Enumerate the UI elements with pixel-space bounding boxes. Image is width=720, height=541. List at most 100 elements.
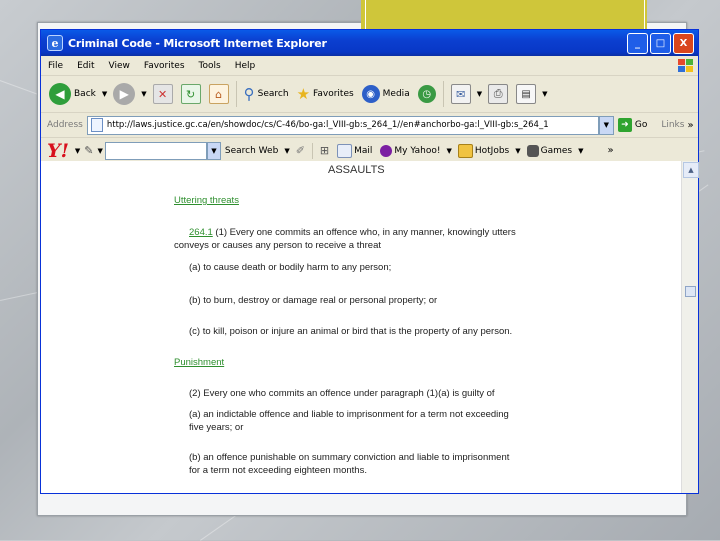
highlight-icon[interactable]: ✐ (296, 144, 305, 157)
item2a-line1: (a) an indictable offence and liable to … (189, 409, 509, 420)
hotjobs-label: HotJobs (474, 145, 510, 156)
mail-dropdown-icon[interactable]: ▼ (475, 90, 484, 98)
stop-button[interactable]: ✕ (149, 84, 177, 104)
search-icon: ⚲ (243, 85, 255, 103)
home-icon: ⌂ (208, 84, 229, 104)
address-bar: Address http://laws.justice.gc.ca/en/sho… (41, 113, 698, 138)
menu-view[interactable]: View (102, 61, 137, 71)
back-button[interactable]: ◀ Back (45, 83, 100, 105)
page-heading: ASSAULTS (328, 164, 385, 176)
title-bar[interactable]: e Criminal Code - Microsoft Internet Exp… (41, 30, 698, 56)
pencil-icon[interactable]: ✎ (84, 144, 93, 157)
yahoo-search-dropdown-icon[interactable]: ▼ (206, 141, 221, 160)
links-chevron-icon[interactable]: » (687, 120, 693, 131)
favorites-label: Favorites (313, 89, 354, 99)
star-icon: ★ (296, 85, 311, 103)
go-label: Go (634, 120, 648, 130)
forward-dropdown-icon[interactable]: ▼ (139, 90, 148, 98)
my-yahoo-label: My Yahoo! (394, 145, 441, 156)
address-label: Address (47, 120, 83, 130)
history-button[interactable]: ◷ (414, 85, 440, 103)
bookmark-icon[interactable]: ⊞ (320, 144, 329, 157)
refresh-icon: ↻ (180, 84, 201, 104)
printer-icon: ⎙ (488, 84, 509, 104)
hotjobs-dropdown-icon[interactable]: ▼ (513, 147, 522, 155)
edit-button[interactable]: ▤ (512, 84, 540, 104)
punishment-link[interactable]: Punishment (174, 357, 224, 368)
page-icon (90, 118, 103, 132)
home-button[interactable]: ⌂ (205, 84, 233, 104)
links-label[interactable]: Links (661, 120, 684, 130)
standard-toolbar: ◀ Back ▼ ▶ ▼ ✕ ↻ ⌂ ⚲ Search ★ Favorites … (41, 76, 698, 113)
ie-logo-icon: e (47, 35, 63, 51)
games-dropdown-icon[interactable]: ▼ (576, 147, 585, 155)
yahoo-dropdown-icon[interactable]: ▼ (73, 147, 82, 155)
mail-link[interactable]: Mail (333, 143, 376, 158)
browser-window: e Criminal Code - Microsoft Internet Exp… (40, 29, 699, 494)
uttering-threats-link[interactable]: Uttering threats (174, 195, 239, 206)
print-button[interactable]: ⎙ (484, 84, 512, 104)
menu-help[interactable]: Help (228, 61, 263, 71)
favorites-button[interactable]: ★ Favorites (293, 85, 358, 103)
scroll-thumb[interactable] (685, 286, 696, 297)
address-input[interactable]: http://laws.justice.gc.ca/en/showdoc/cs/… (86, 115, 599, 135)
address-url: http://laws.justice.gc.ca/en/showdoc/cs/… (106, 120, 549, 130)
para2: (2) Every one who commits an offence und… (189, 388, 495, 399)
media-button[interactable]: ◉ Media (358, 85, 414, 103)
my-yahoo-dropdown-icon[interactable]: ▼ (444, 147, 453, 155)
address-dropdown-icon[interactable]: ▼ (598, 115, 614, 135)
close-button[interactable]: X (673, 32, 694, 54)
toolbar-separator (311, 142, 313, 159)
vertical-scrollbar[interactable]: ▲ (681, 161, 699, 493)
item2a-line2: five years; or (189, 422, 244, 433)
hotjobs-icon (457, 143, 473, 158)
joystick-icon (526, 144, 539, 157)
yahoo-chevron-icon[interactable]: » (608, 145, 614, 156)
search-web-button[interactable]: Search Web (221, 146, 282, 156)
hotjobs-link[interactable]: HotJobs (454, 143, 513, 158)
section-paragraph-1: 264.1 (1) Every one commits an offence w… (189, 227, 516, 238)
toolbar-separator (235, 81, 237, 107)
search-button[interactable]: ⚲ Search (240, 85, 293, 103)
mail-icon (337, 143, 353, 158)
item2b-line1: (b) an offence punishable on summary con… (189, 452, 510, 463)
section-number-link[interactable]: 264.1 (189, 227, 213, 238)
media-label: Media (382, 89, 410, 99)
my-yahoo-link[interactable]: My Yahoo! (376, 144, 444, 157)
forward-arrow-icon: ▶ (113, 83, 136, 105)
menu-bar: File Edit View Favorites Tools Help (41, 56, 698, 76)
para1-line2: conveys or causes any person to receive … (174, 240, 382, 251)
envelope-icon: ✉ (450, 84, 471, 104)
windows-flag-icon (678, 59, 693, 72)
menu-file[interactable]: File (41, 61, 70, 71)
stop-icon: ✕ (152, 84, 173, 104)
forward-button[interactable]: ▶ (109, 83, 139, 105)
maximize-button[interactable]: □ (650, 32, 671, 54)
go-button[interactable]: ➜ Go (617, 118, 648, 132)
pencil-dropdown-icon[interactable]: ▼ (96, 147, 105, 155)
yahoo-search-input[interactable] (104, 141, 207, 160)
scroll-up-icon[interactable]: ▲ (683, 162, 699, 178)
menu-edit[interactable]: Edit (70, 61, 101, 71)
page-content: ASSAULTS Uttering threats 264.1 (1) Ever… (41, 161, 682, 493)
item2b-line2: for a term not exceeding eighteen months… (189, 465, 367, 476)
toolbar-separator (442, 81, 444, 107)
my-yahoo-icon (380, 144, 393, 157)
media-icon: ◉ (361, 85, 380, 103)
games-link[interactable]: Games (523, 144, 576, 157)
edit-dropdown-icon[interactable]: ▼ (540, 90, 549, 98)
edit-page-icon: ▤ (516, 84, 537, 104)
menu-tools[interactable]: Tools (192, 61, 228, 71)
item-b: (b) to burn, destroy or damage real or p… (189, 295, 438, 306)
yahoo-logo-icon[interactable]: Y! (47, 140, 69, 162)
refresh-button[interactable]: ↻ (177, 84, 205, 104)
para1-line1: (1) Every one commits an offence who, in… (215, 227, 516, 238)
mail-label: Mail (354, 145, 373, 156)
search-web-label: Search Web (224, 145, 279, 156)
minimize-button[interactable]: _ (627, 32, 648, 54)
back-arrow-icon: ◀ (49, 83, 71, 105)
menu-favorites[interactable]: Favorites (137, 61, 192, 71)
search-web-dropdown-icon[interactable]: ▼ (282, 147, 291, 155)
mail-button[interactable]: ✉ (447, 84, 475, 104)
back-dropdown-icon[interactable]: ▼ (100, 90, 109, 98)
